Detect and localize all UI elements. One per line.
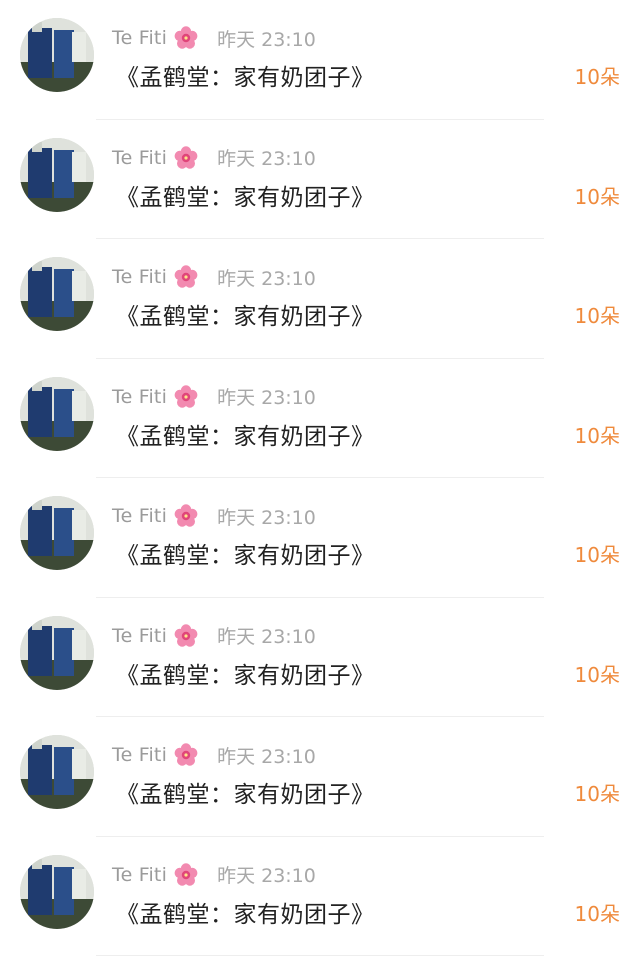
gift-count: 10朵 (574, 782, 620, 806)
timestamp: 昨天 23:10 (217, 506, 316, 529)
gift-count: 10朵 (574, 184, 620, 209)
name-row: Te Fiti 昨天 23:10 (112, 861, 316, 889)
avatar[interactable] (20, 735, 94, 809)
username[interactable]: Te Fiti (112, 266, 167, 288)
username[interactable]: Te Fiti (112, 744, 167, 766)
pink-flower-icon (173, 742, 199, 768)
timestamp: 昨天 23:10 (217, 28, 316, 51)
gift-title: 《孟鹤堂：家有奶团子》 (116, 543, 375, 569)
gift-count: 10朵 (574, 423, 620, 448)
gift-title: 《孟鹤堂：家有奶团子》 (116, 304, 375, 330)
gift-title: 《孟鹤堂：家有奶团子》 (116, 901, 375, 928)
avatar[interactable] (20, 376, 94, 451)
pink-flower-icon (173, 145, 199, 171)
list-item[interactable]: Te Fiti 昨天 23:10 《孟鹤堂：家有奶团子》 10朵 (0, 359, 640, 478)
username[interactable]: Te Fiti (112, 27, 167, 49)
gift-title: 《孟鹤堂：家有奶团子》 (116, 184, 375, 211)
gift-title: 《孟鹤堂：家有奶团子》 (116, 662, 375, 689)
name-row: Te Fiti 昨天 23:10 (112, 383, 316, 411)
avatar[interactable] (20, 615, 94, 690)
name-row: Te Fiti 昨天 23:10 (112, 144, 316, 172)
avatar[interactable] (20, 496, 94, 570)
pink-flower-icon (173, 264, 199, 290)
username[interactable]: Te Fiti (112, 864, 167, 886)
gift-title: 《孟鹤堂：家有奶团子》 (116, 65, 375, 91)
avatar[interactable] (20, 854, 94, 929)
list-item[interactable]: Te Fiti 昨天 23:10 《孟鹤堂：家有奶团子》 10朵 (0, 0, 640, 120)
gift-count: 10朵 (574, 543, 620, 567)
timestamp: 昨天 23:10 (217, 387, 316, 409)
name-row: Te Fiti 昨天 23:10 (112, 24, 316, 52)
avatar[interactable] (20, 257, 94, 331)
gift-count: 10朵 (574, 662, 620, 687)
gift-count: 10朵 (574, 304, 620, 328)
gift-count: 10朵 (574, 901, 620, 926)
name-row: Te Fiti 昨天 23:10 (112, 741, 316, 769)
name-row: Te Fiti 昨天 23:10 (112, 622, 316, 650)
pink-flower-icon (173, 623, 199, 649)
list-item[interactable]: Te Fiti 昨天 23:10 《孟鹤堂：家有奶团子》 10朵 (0, 239, 640, 359)
timestamp: 昨天 23:10 (217, 745, 316, 768)
name-row: Te Fiti 昨天 23:10 (112, 502, 316, 530)
list-item[interactable]: Te Fiti 昨天 23:10 《孟鹤堂：家有奶团子》 10朵 (0, 837, 640, 956)
name-row: Te Fiti 昨天 23:10 (112, 263, 316, 291)
gift-record-list: Te Fiti 昨天 23:10 《孟鹤堂：家有奶团子》 10朵 Te Fiti… (0, 0, 640, 956)
pink-flower-icon (173, 25, 199, 51)
username[interactable]: Te Fiti (112, 625, 167, 647)
list-item[interactable]: Te Fiti 昨天 23:10 《孟鹤堂：家有奶团子》 10朵 (0, 598, 640, 717)
divider (96, 955, 544, 956)
list-item[interactable]: Te Fiti 昨天 23:10 《孟鹤堂：家有奶团子》 10朵 (0, 120, 640, 239)
pink-flower-icon (173, 503, 199, 529)
avatar[interactable] (20, 18, 94, 92)
username[interactable]: Te Fiti (112, 386, 167, 408)
gift-title: 《孟鹤堂：家有奶团子》 (116, 782, 375, 808)
timestamp: 昨天 23:10 (217, 626, 316, 648)
list-item[interactable]: Te Fiti 昨天 23:10 《孟鹤堂：家有奶团子》 10朵 (0, 717, 640, 837)
pink-flower-icon (173, 384, 199, 410)
username[interactable]: Te Fiti (112, 147, 167, 169)
timestamp: 昨天 23:10 (217, 865, 316, 887)
gift-count: 10朵 (574, 65, 620, 89)
list-item[interactable]: Te Fiti 昨天 23:10 《孟鹤堂：家有奶团子》 10朵 (0, 478, 640, 598)
username[interactable]: Te Fiti (112, 505, 167, 527)
timestamp: 昨天 23:10 (217, 148, 316, 170)
pink-flower-icon (173, 862, 199, 888)
timestamp: 昨天 23:10 (217, 267, 316, 290)
gift-title: 《孟鹤堂：家有奶团子》 (116, 423, 375, 450)
avatar[interactable] (20, 137, 94, 212)
